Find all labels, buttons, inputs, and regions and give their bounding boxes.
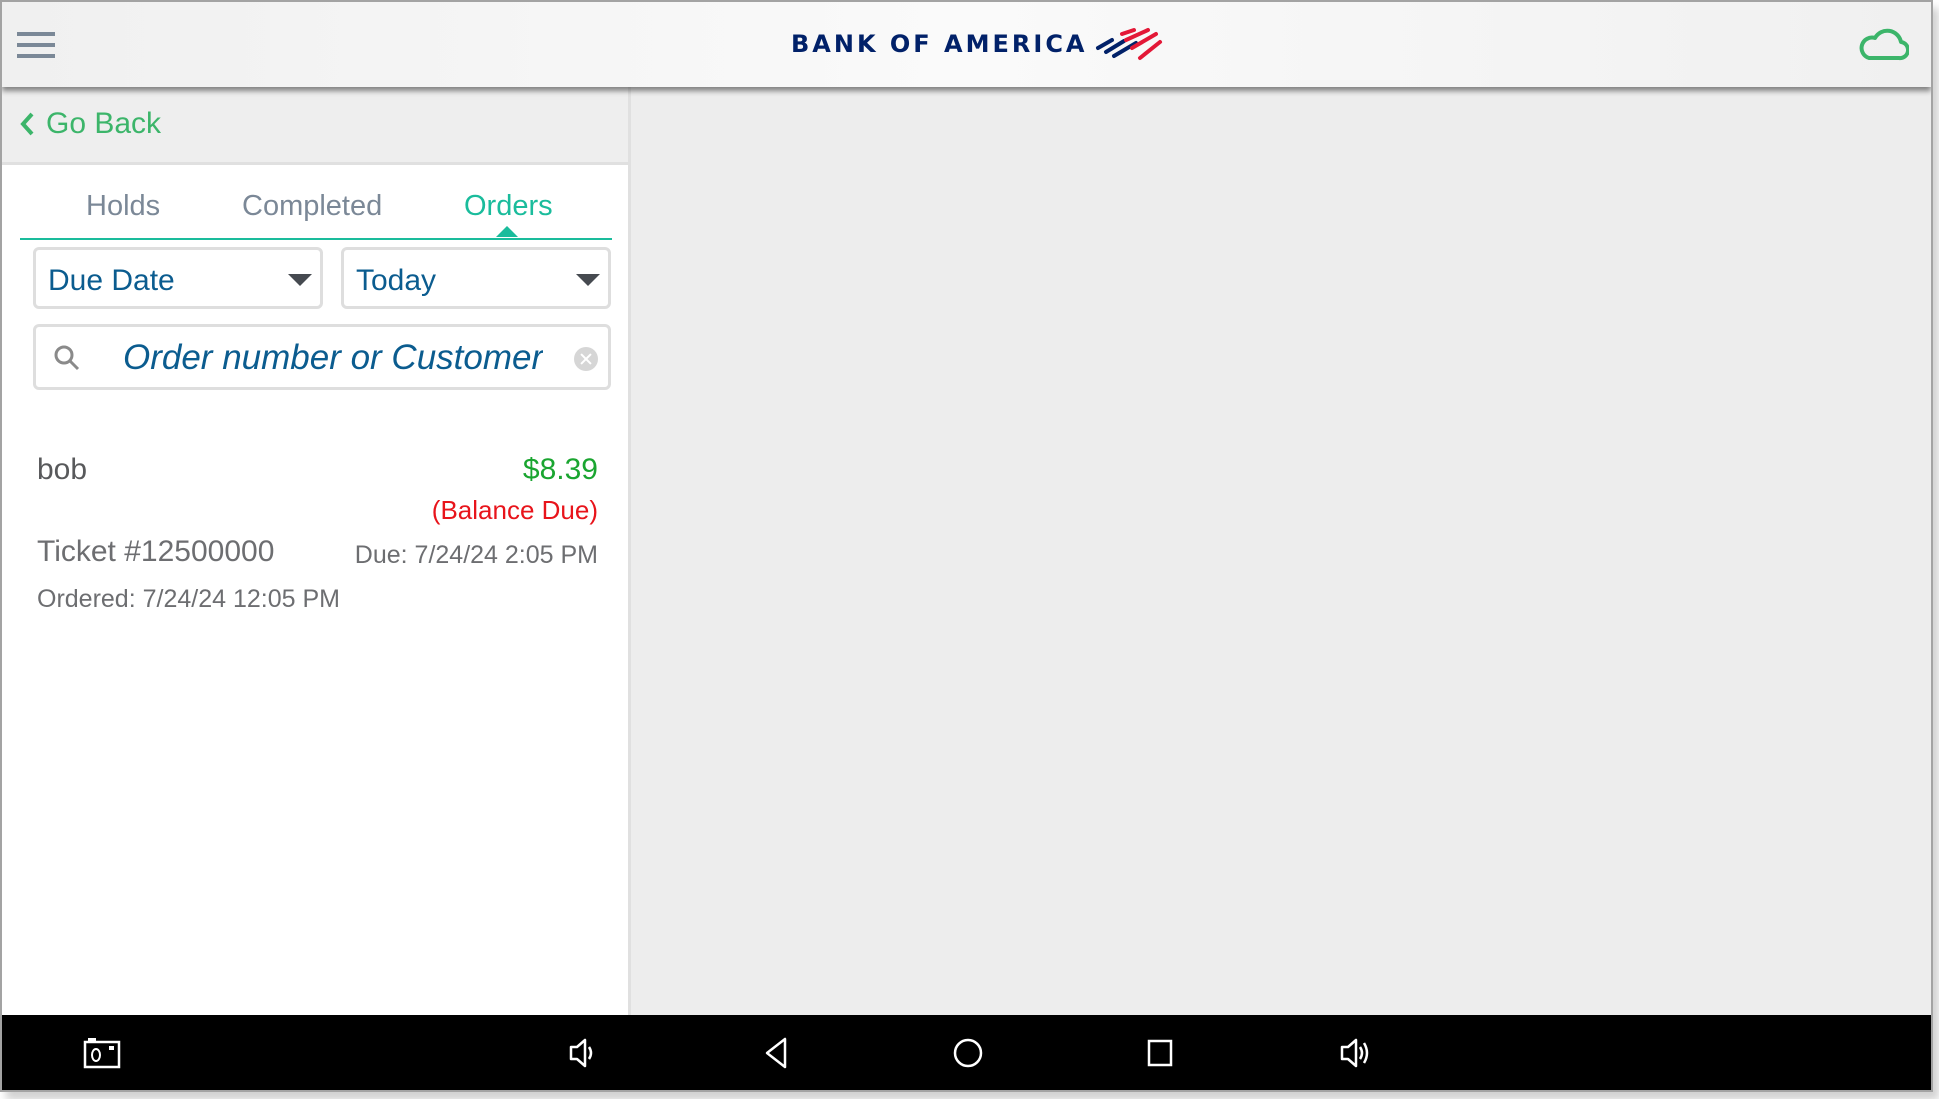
dropdown-arrow-icon (288, 274, 312, 286)
go-back-button[interactable]: Go Back (20, 107, 161, 141)
sort-by-dropdown[interactable]: Due Date (33, 247, 323, 309)
tab-completed[interactable]: Completed (242, 190, 382, 223)
date-range-dropdown[interactable]: Today (341, 247, 611, 309)
android-nav-bar (2, 1015, 1931, 1090)
recents-square-icon (1147, 1039, 1173, 1067)
order-list-item[interactable]: bob $8.39 (Balance Due) Ticket #12500000… (20, 445, 598, 615)
bank-logo: BANK OF AMERICA (791, 24, 1164, 64)
volume-up-icon (1340, 1038, 1369, 1068)
logo-text: BANK OF AMERICA (791, 30, 1088, 58)
chevron-left-icon (20, 112, 34, 136)
order-ordered-date: Ordered: 7/24/24 12:05 PM (37, 585, 340, 613)
clear-search-icon[interactable] (574, 347, 598, 371)
search-icon (54, 345, 80, 371)
active-tab-indicator (496, 226, 518, 237)
order-amount: $8.39 (522, 453, 598, 486)
tab-orders[interactable]: Orders (464, 190, 553, 223)
recents-button[interactable] (1138, 1033, 1182, 1073)
orders-panel: Go Back Holds Completed Orders Due Date … (2, 87, 631, 1015)
sort-by-value: Due Date (48, 264, 175, 297)
order-due-date: Due: 7/24/24 2:05 PM (354, 541, 598, 569)
dropdown-arrow-icon (576, 274, 600, 286)
app-window: BANK OF AMERICA Go Back Holds Completed … (0, 0, 1933, 1092)
order-status: (Balance Due) (431, 495, 598, 525)
volume-down-icon (569, 1038, 593, 1068)
screenshot-button[interactable] (80, 1033, 124, 1073)
bank-of-america-flag-icon (1095, 28, 1162, 60)
camera-icon (83, 1038, 121, 1069)
order-customer: bob (37, 453, 88, 486)
app-header: BANK OF AMERICA (2, 2, 1931, 87)
hamburger-menu-icon[interactable] (17, 32, 57, 58)
home-button[interactable] (946, 1033, 990, 1073)
volume-up-button[interactable] (1333, 1033, 1377, 1073)
back-triangle-icon (765, 1037, 787, 1069)
order-ticket: Ticket #12500000 (37, 535, 275, 568)
search-box (33, 324, 611, 390)
tab-holds[interactable]: Holds (86, 190, 160, 223)
back-button[interactable] (754, 1033, 798, 1073)
go-back-label: Go Back (46, 107, 162, 140)
go-back-bar: Go Back (2, 87, 628, 165)
home-circle-icon (953, 1038, 983, 1068)
cloud-icon[interactable] (1857, 26, 1909, 62)
tab-bar: Holds Completed Orders (20, 182, 612, 240)
search-input[interactable] (121, 335, 545, 381)
volume-down-button[interactable] (560, 1033, 604, 1073)
date-range-value: Today (356, 264, 437, 297)
